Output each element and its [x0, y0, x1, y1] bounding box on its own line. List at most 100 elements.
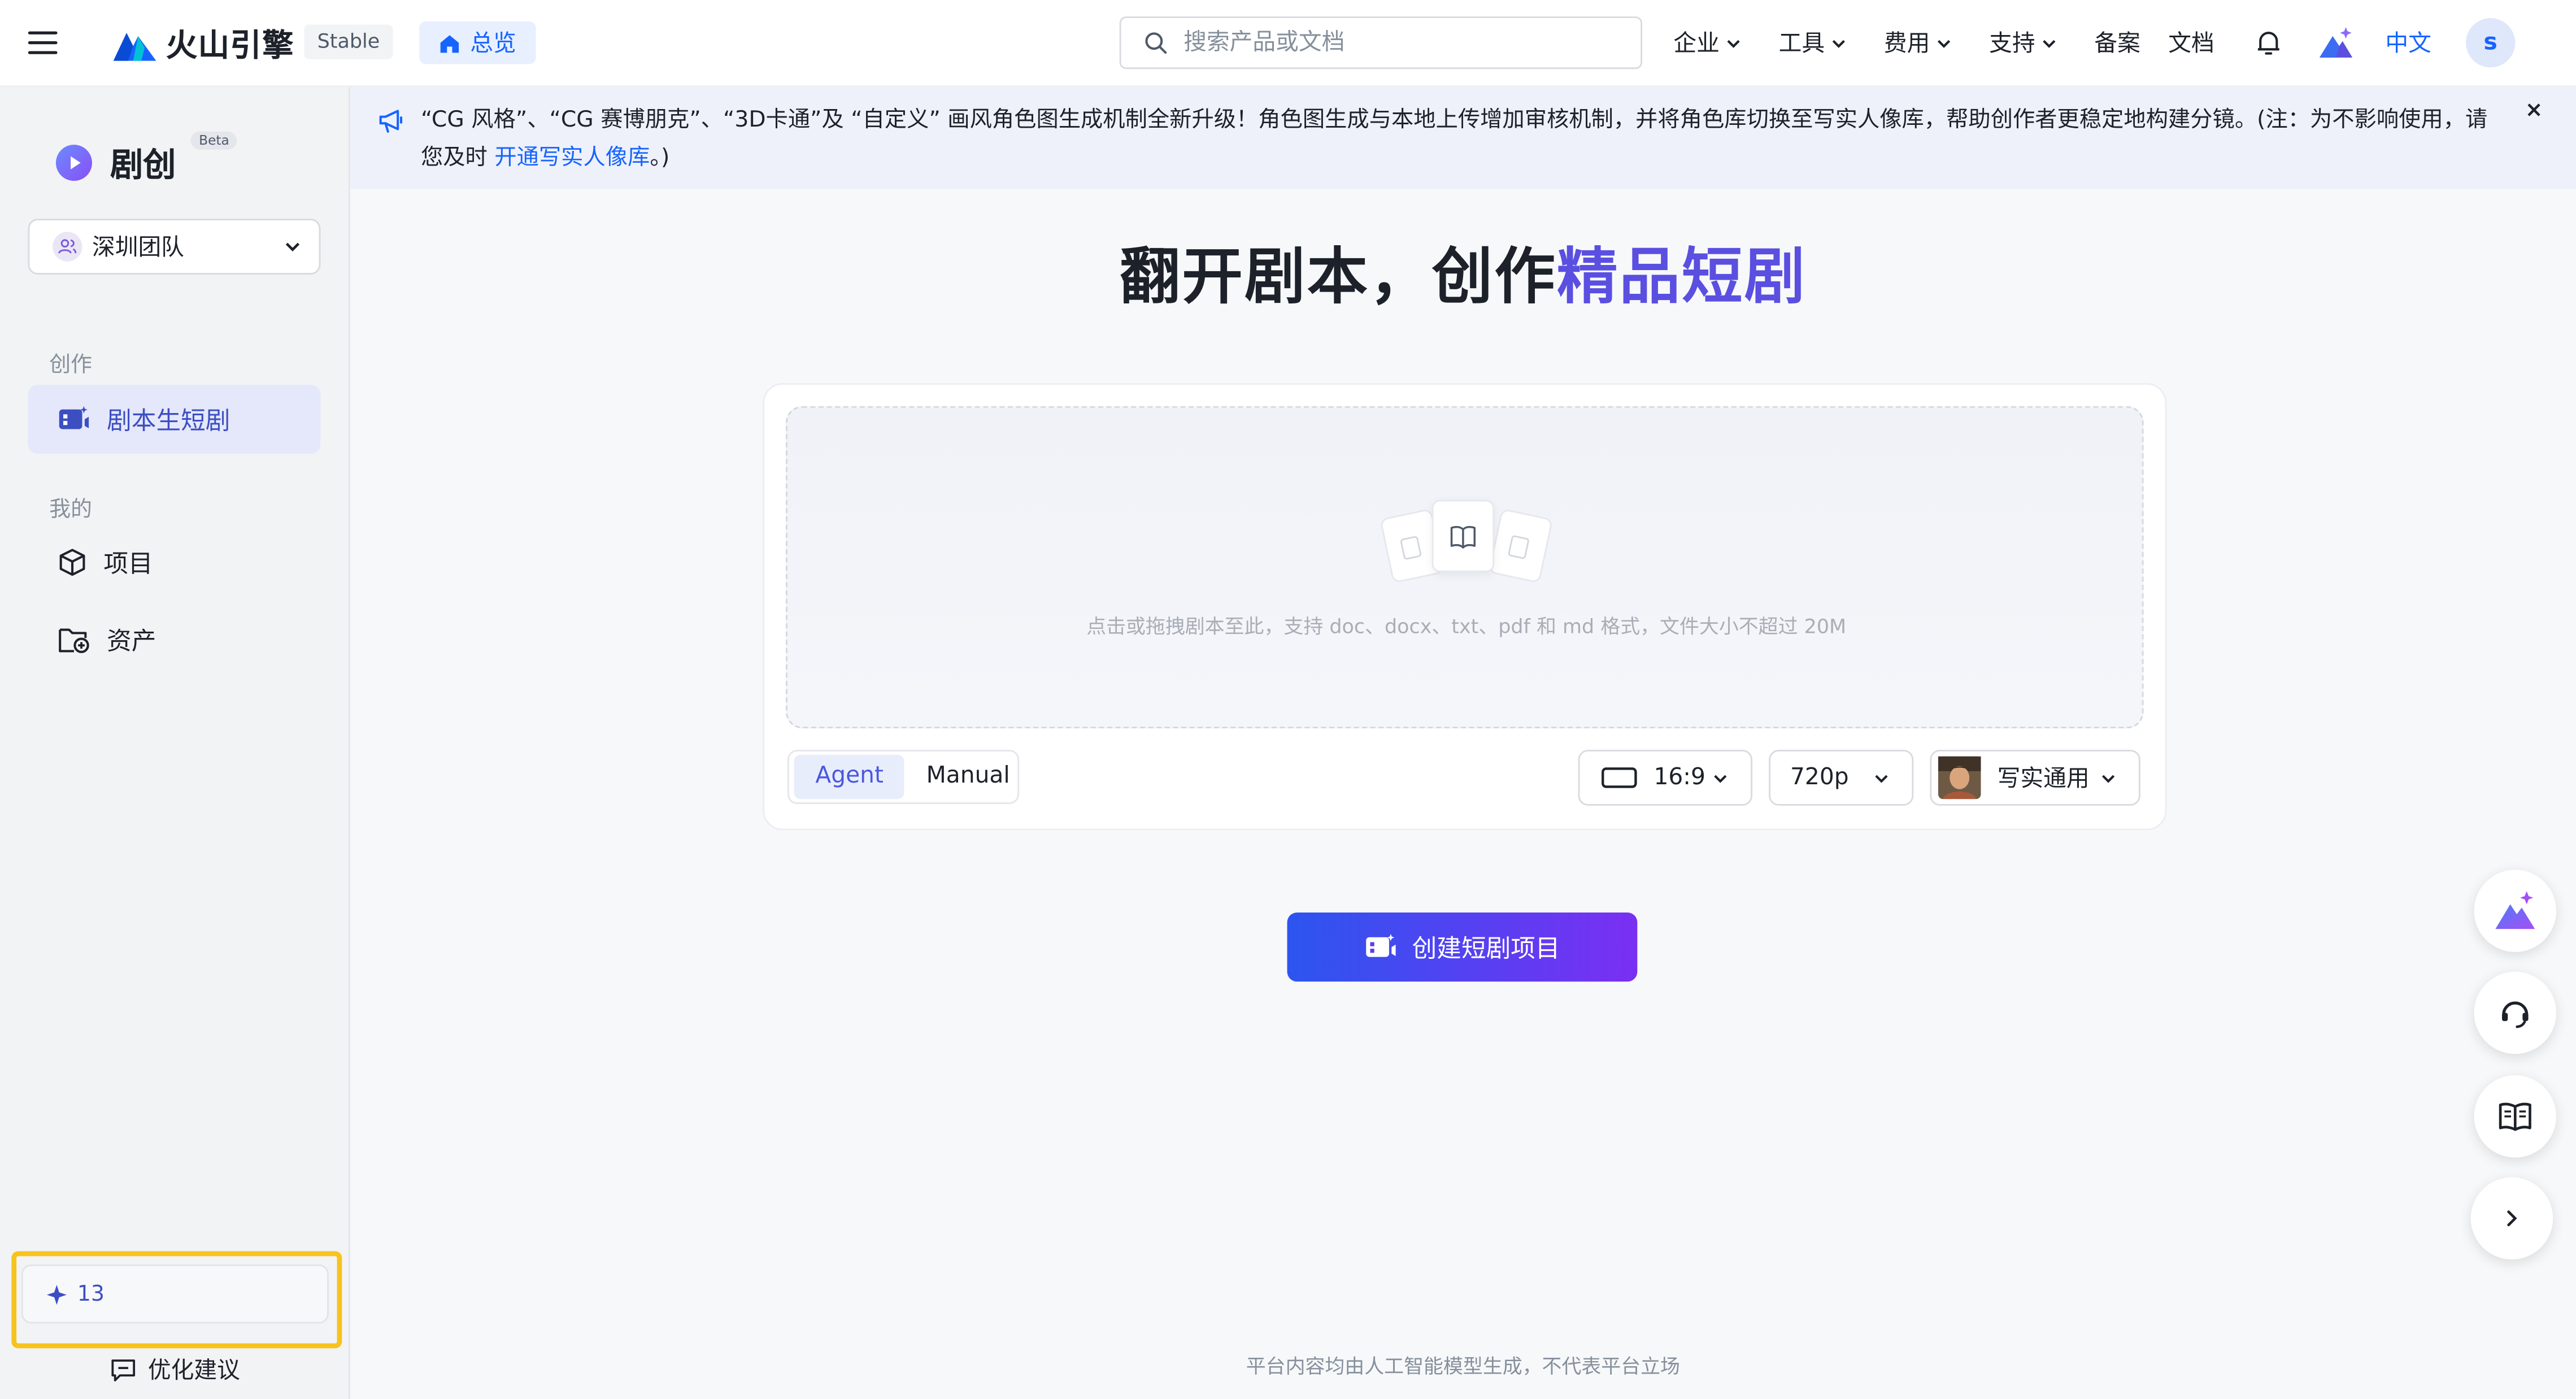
notice-text-main: “CG 风格”、“CG 赛博朋克”、“3D卡通”及 “自定义” 画风角色图生成机… — [420, 107, 2488, 171]
mode-switch: Agent Manual — [787, 749, 1020, 804]
chevron-down-icon — [285, 242, 300, 251]
cube-icon — [59, 549, 85, 576]
chevron-right-icon — [2507, 1210, 2517, 1227]
team-icon — [53, 232, 82, 262]
script-upload-card: 点击或拖拽剧本至此，支持 doc、docx、txt、pdf 和 md 格式，文件… — [763, 383, 2167, 831]
page-title-main: 翻开剧本，创作 — [1119, 241, 1557, 312]
nav-tools[interactable]: 工具 — [1779, 27, 1848, 59]
create-drama-project-button[interactable]: 创建短剧项目 — [1287, 913, 1638, 982]
footer-disclaimer: 平台内容均由人工智能模型生成，不代表平台立场 — [1246, 1354, 1681, 1378]
guide-button[interactable] — [2474, 1075, 2557, 1158]
aspect-ratio-icon — [1602, 767, 1637, 788]
chevron-down-icon — [1832, 39, 1845, 47]
feedback-link[interactable]: 优化建议 — [110, 1353, 240, 1386]
nav-docs[interactable]: 文档 — [2168, 27, 2214, 59]
nav-enterprise[interactable]: 企业 — [1673, 27, 1742, 59]
resolution-value: 720p — [1790, 764, 1849, 791]
language-switch[interactable]: 中文 — [2385, 27, 2431, 59]
chevron-down-icon — [1714, 774, 1727, 783]
assistant-logo-icon[interactable] — [2318, 25, 2354, 61]
chevron-down-icon — [1727, 39, 1740, 47]
assistant-logo-icon — [2495, 891, 2535, 929]
assistant-float-button[interactable] — [2474, 870, 2557, 952]
nav-billing[interactable]: 费用 — [1884, 27, 1953, 59]
chevron-down-icon — [1938, 39, 1951, 47]
app-root: 火山引擎 Stable 总览 企业 工具 费用 支持 备案 — [0, 0, 2576, 1399]
chevron-down-icon — [2102, 774, 2115, 783]
close-icon[interactable]: × — [2525, 99, 2543, 124]
page-title: 翻开剧本，创作精品短剧 — [350, 227, 2576, 316]
doc-file-icon — [1488, 508, 1554, 584]
nav-filing-label: 备案 — [2094, 31, 2140, 58]
top-bar: 火山引擎 Stable 总览 企业 工具 费用 支持 备案 — [0, 0, 2576, 88]
mode-manual-button[interactable]: Manual — [905, 755, 1032, 800]
nav-billing-label: 费用 — [1883, 31, 1930, 58]
sidebar-item-label: 项目 — [103, 548, 153, 578]
style-thumbnail — [1938, 756, 1981, 800]
sidebar: 剧创 Beta 深圳团队 创作 剧本生短剧 我的 项目 资产 13 优化建议 — [0, 87, 350, 1399]
megaphone-icon — [378, 108, 404, 133]
nav-enterprise-label: 企业 — [1673, 31, 1720, 58]
file-stack-icon — [1379, 497, 1554, 589]
expand-button[interactable] — [2470, 1177, 2553, 1260]
sidebar-item-assets[interactable]: 资产 — [28, 605, 320, 674]
search-input[interactable] — [1180, 28, 1615, 58]
bell-icon[interactable] — [2254, 28, 2283, 57]
notice-text-end: 。) — [650, 145, 670, 171]
brand-logo[interactable]: 火山引擎 — [112, 21, 294, 66]
resolution-select[interactable]: 720p — [1769, 749, 1914, 806]
nav-filing[interactable]: 备案 — [2094, 27, 2140, 59]
chevron-down-icon — [2043, 39, 2056, 47]
feedback-label: 优化建议 — [147, 1358, 240, 1385]
aspect-ratio-select[interactable]: 16:9 — [1578, 749, 1753, 806]
sidebar-item-label: 剧本生短剧 — [107, 405, 230, 435]
sidebar-item-script-to-drama[interactable]: 剧本生短剧 — [28, 384, 321, 454]
sidebar-item-label: 资产 — [107, 625, 156, 655]
avatar[interactable]: s — [2466, 18, 2516, 68]
section-mine-title: 我的 — [49, 498, 93, 523]
headset-icon — [2502, 1001, 2529, 1028]
upload-hint: 点击或拖拽剧本至此，支持 doc、docx、txt、pdf 和 md 格式，文件… — [1086, 615, 1847, 638]
chevron-down-icon — [1875, 774, 1888, 783]
home-icon — [440, 34, 459, 52]
create-button-label: 创建短剧项目 — [1412, 933, 1560, 963]
notice-text: “CG 风格”、“CG 赛博朋克”、“3D卡通”及 “自定义” 画风角色图生成机… — [421, 102, 2509, 177]
notice-banner: “CG 风格”、“CG 赛博朋克”、“3D卡通”及 “自定义” 画风角色图生成机… — [350, 87, 2576, 189]
overview-tab[interactable]: 总览 — [419, 21, 536, 64]
comment-icon — [111, 1358, 136, 1381]
credits-highlight: 13 — [11, 1251, 342, 1349]
credits-panel[interactable]: 13 — [21, 1264, 329, 1324]
section-create-title: 创作 — [49, 353, 93, 379]
app-title: 剧创 Beta — [54, 131, 238, 185]
env-badge: Stable — [304, 24, 393, 59]
clapper-icon — [1366, 933, 1396, 957]
nav-docs-label: 文档 — [2168, 31, 2214, 58]
customer-service-button[interactable] — [2474, 971, 2557, 1054]
book-file-icon — [1431, 499, 1495, 572]
nav-support[interactable]: 支持 — [1989, 27, 2058, 59]
credits-count: 13 — [77, 1281, 105, 1306]
script-dropzone[interactable]: 点击或拖拽剧本至此，支持 doc、docx、txt、pdf 和 md 格式，文件… — [785, 406, 2144, 729]
nav-tools-label: 工具 — [1778, 31, 1825, 58]
beta-badge: Beta — [190, 131, 238, 150]
hamburger-icon[interactable] — [27, 27, 59, 59]
open-portrait-library-link[interactable]: 开通写实人像库 — [494, 145, 650, 171]
book-icon — [2499, 1102, 2531, 1131]
volcano-logo-icon — [113, 32, 156, 60]
style-select[interactable]: 写实通用 — [1930, 749, 2140, 806]
style-value: 写实通用 — [1997, 766, 2090, 793]
search-box[interactable] — [1119, 16, 1643, 69]
clapper-icon — [59, 406, 89, 429]
sparkle-icon — [46, 1284, 67, 1304]
page-title-accent: 精品短剧 — [1556, 241, 1807, 312]
folder-add-icon — [59, 628, 89, 653]
sidebar-item-projects[interactable]: 项目 — [28, 528, 320, 597]
overview-tab-label: 总览 — [470, 31, 516, 58]
aspect-ratio-value: 16:9 — [1653, 764, 1705, 791]
mode-agent-button[interactable]: Agent — [794, 754, 905, 800]
app-logo-icon — [55, 144, 92, 180]
team-selector[interactable]: 深圳团队 — [28, 219, 321, 275]
nav-support-label: 支持 — [1989, 31, 2035, 58]
app-name: 剧创 — [110, 145, 176, 184]
team-name: 深圳团队 — [92, 235, 184, 262]
